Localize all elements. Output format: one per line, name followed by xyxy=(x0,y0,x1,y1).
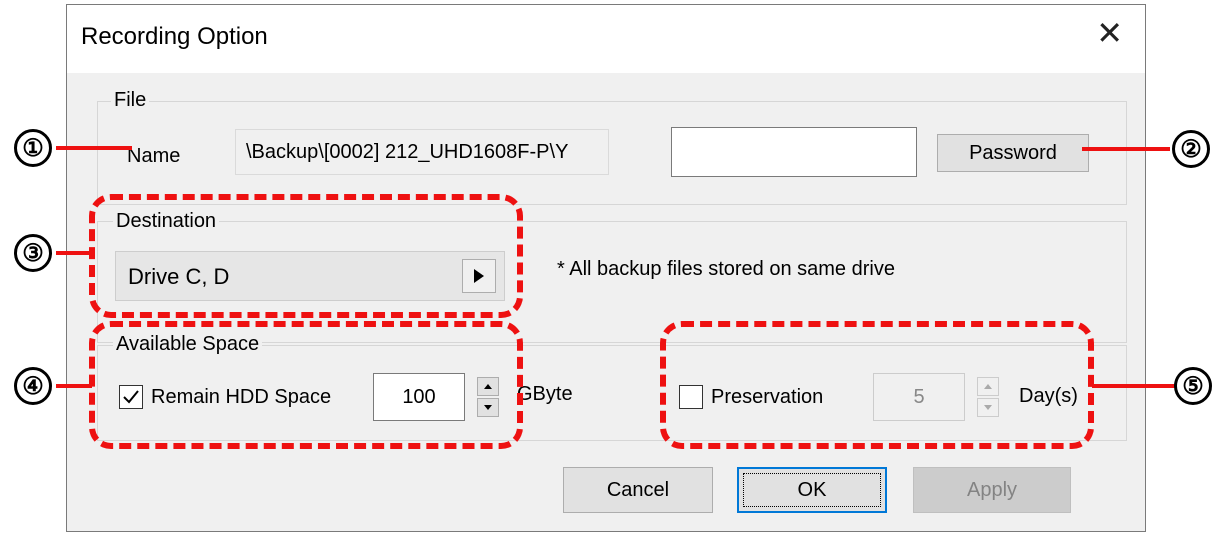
file-name-field[interactable]: \Backup\[0002] 212_UHD1608F-P\Y xyxy=(235,129,609,175)
password-input[interactable] xyxy=(671,127,917,177)
callout-3: ③ xyxy=(14,234,52,272)
callout-4: ④ xyxy=(14,367,52,405)
password-button[interactable]: Password xyxy=(937,134,1089,172)
focus-rect xyxy=(743,473,881,507)
callout-1: ① xyxy=(14,129,52,167)
name-label: Name xyxy=(127,145,181,167)
apply-button-label: Apply xyxy=(966,478,1018,501)
callout-5: ⑤ xyxy=(1174,367,1212,405)
callout-line-4 xyxy=(56,384,92,388)
title-bar: Recording Option ✕ xyxy=(67,5,1145,73)
dialog-title: Recording Option xyxy=(81,23,268,50)
ok-button[interactable]: OK xyxy=(737,467,887,513)
gbyte-unit-label: GByte xyxy=(517,383,573,405)
highlight-preservation xyxy=(660,321,1094,449)
file-name-value: \Backup\[0002] 212_UHD1608F-P\Y xyxy=(246,141,569,163)
callout-line-5 xyxy=(1092,384,1178,388)
file-group-label: File xyxy=(111,89,150,112)
cancel-button-label: Cancel xyxy=(606,478,670,501)
callout-line-3 xyxy=(56,251,92,255)
callout-2: ② xyxy=(1172,130,1210,168)
callout-line-1 xyxy=(56,146,132,150)
password-button-label: Password xyxy=(969,141,1057,164)
callout-line-2 xyxy=(1082,147,1170,151)
highlight-available-space xyxy=(89,321,523,449)
close-icon[interactable]: ✕ xyxy=(1096,17,1123,49)
cancel-button[interactable]: Cancel xyxy=(563,467,713,513)
destination-note: * All backup files stored on same drive xyxy=(557,258,895,280)
apply-button[interactable]: Apply xyxy=(913,467,1071,513)
highlight-destination xyxy=(89,194,523,318)
